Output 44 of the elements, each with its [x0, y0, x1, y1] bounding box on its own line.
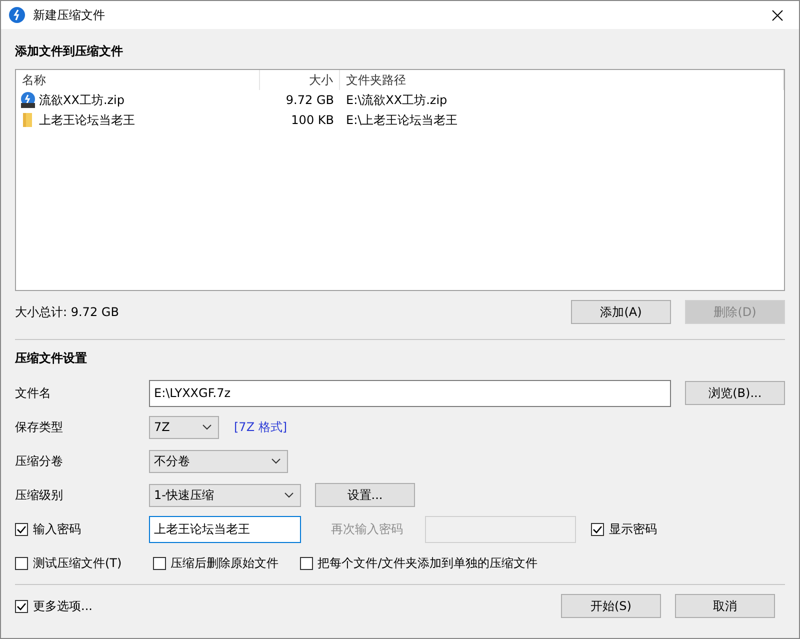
field-label: 保存类型 — [15, 418, 64, 436]
checkmark-icon — [592, 524, 603, 534]
add-button[interactable]: 添加(A) — [571, 300, 671, 324]
section-title: 压缩文件设置 — [15, 350, 88, 366]
field-label: 文件名 — [15, 384, 52, 402]
cancel-button[interactable]: 取消 — [675, 594, 775, 618]
window-title: 新建压缩文件 — [33, 6, 106, 24]
close-icon[interactable] — [772, 10, 783, 20]
volume-dropdown[interactable]: 不分卷 — [149, 450, 288, 472]
field-label: 压缩分卷 — [15, 452, 64, 470]
total-size: 大小总计: 9.72 GB — [15, 304, 119, 320]
file-size-cell-text: 9.72 GB — [284, 93, 335, 107]
more-options-checkbox[interactable]: 更多选项... — [15, 598, 92, 614]
field-label: 再次输入密码 — [331, 520, 404, 538]
password-field[interactable]: 上老王论坛当老王 — [149, 516, 301, 542]
file-path-cell-text: E:\流欲XX工坊.zip — [345, 92, 448, 108]
chevron-icon — [202, 424, 212, 430]
file-size-cell-text: 100 KB — [290, 113, 335, 127]
checkmark-icon — [16, 600, 27, 612]
checkmark-icon — [16, 524, 27, 534]
start-button[interactable]: 开始(S) — [561, 594, 661, 618]
option-checkbox[interactable]: 把每个文件/文件夹添加到单独的压缩文件 — [300, 554, 538, 572]
chevron-icon — [284, 492, 294, 498]
format-link[interactable]: [7Z 格式] — [234, 418, 288, 436]
file-name-cell[interactable]: 流欲XX工坊.zip — [16, 92, 260, 108]
filename-field[interactable]: E:\LYXXGF.7z — [149, 380, 672, 406]
show-password-checkbox[interactable]: 显示密码 — [591, 520, 657, 538]
column-header[interactable]: 大小 — [260, 70, 340, 90]
column-header[interactable]: 文件夹路径 — [340, 70, 784, 90]
settings-button[interactable]: 设置... — [315, 483, 415, 507]
option-checkbox[interactable]: 压缩后删除原始文件 — [152, 554, 279, 572]
chevron-icon — [271, 458, 281, 464]
browse-button[interactable]: 浏览(B)... — [685, 381, 785, 405]
section-title: 添加文件到压缩文件 — [15, 42, 124, 60]
format-dropdown[interactable]: 7Z — [149, 416, 219, 438]
file-name-cell[interactable]: 上老王论坛当老王 — [16, 112, 260, 128]
app-logo-icon — [9, 7, 25, 23]
password-checkbox[interactable]: 输入密码 — [15, 520, 149, 538]
field-label: 压缩级别 — [15, 486, 64, 504]
file-path-cell-text: E:\上老王论坛当老王 — [345, 112, 459, 128]
column-header[interactable]: 名称 — [16, 70, 260, 90]
archive-icon — [20, 92, 36, 108]
option-checkbox[interactable]: 测试压缩文件(T) — [15, 554, 122, 572]
level-dropdown[interactable]: 1-快速压缩 — [149, 484, 301, 506]
